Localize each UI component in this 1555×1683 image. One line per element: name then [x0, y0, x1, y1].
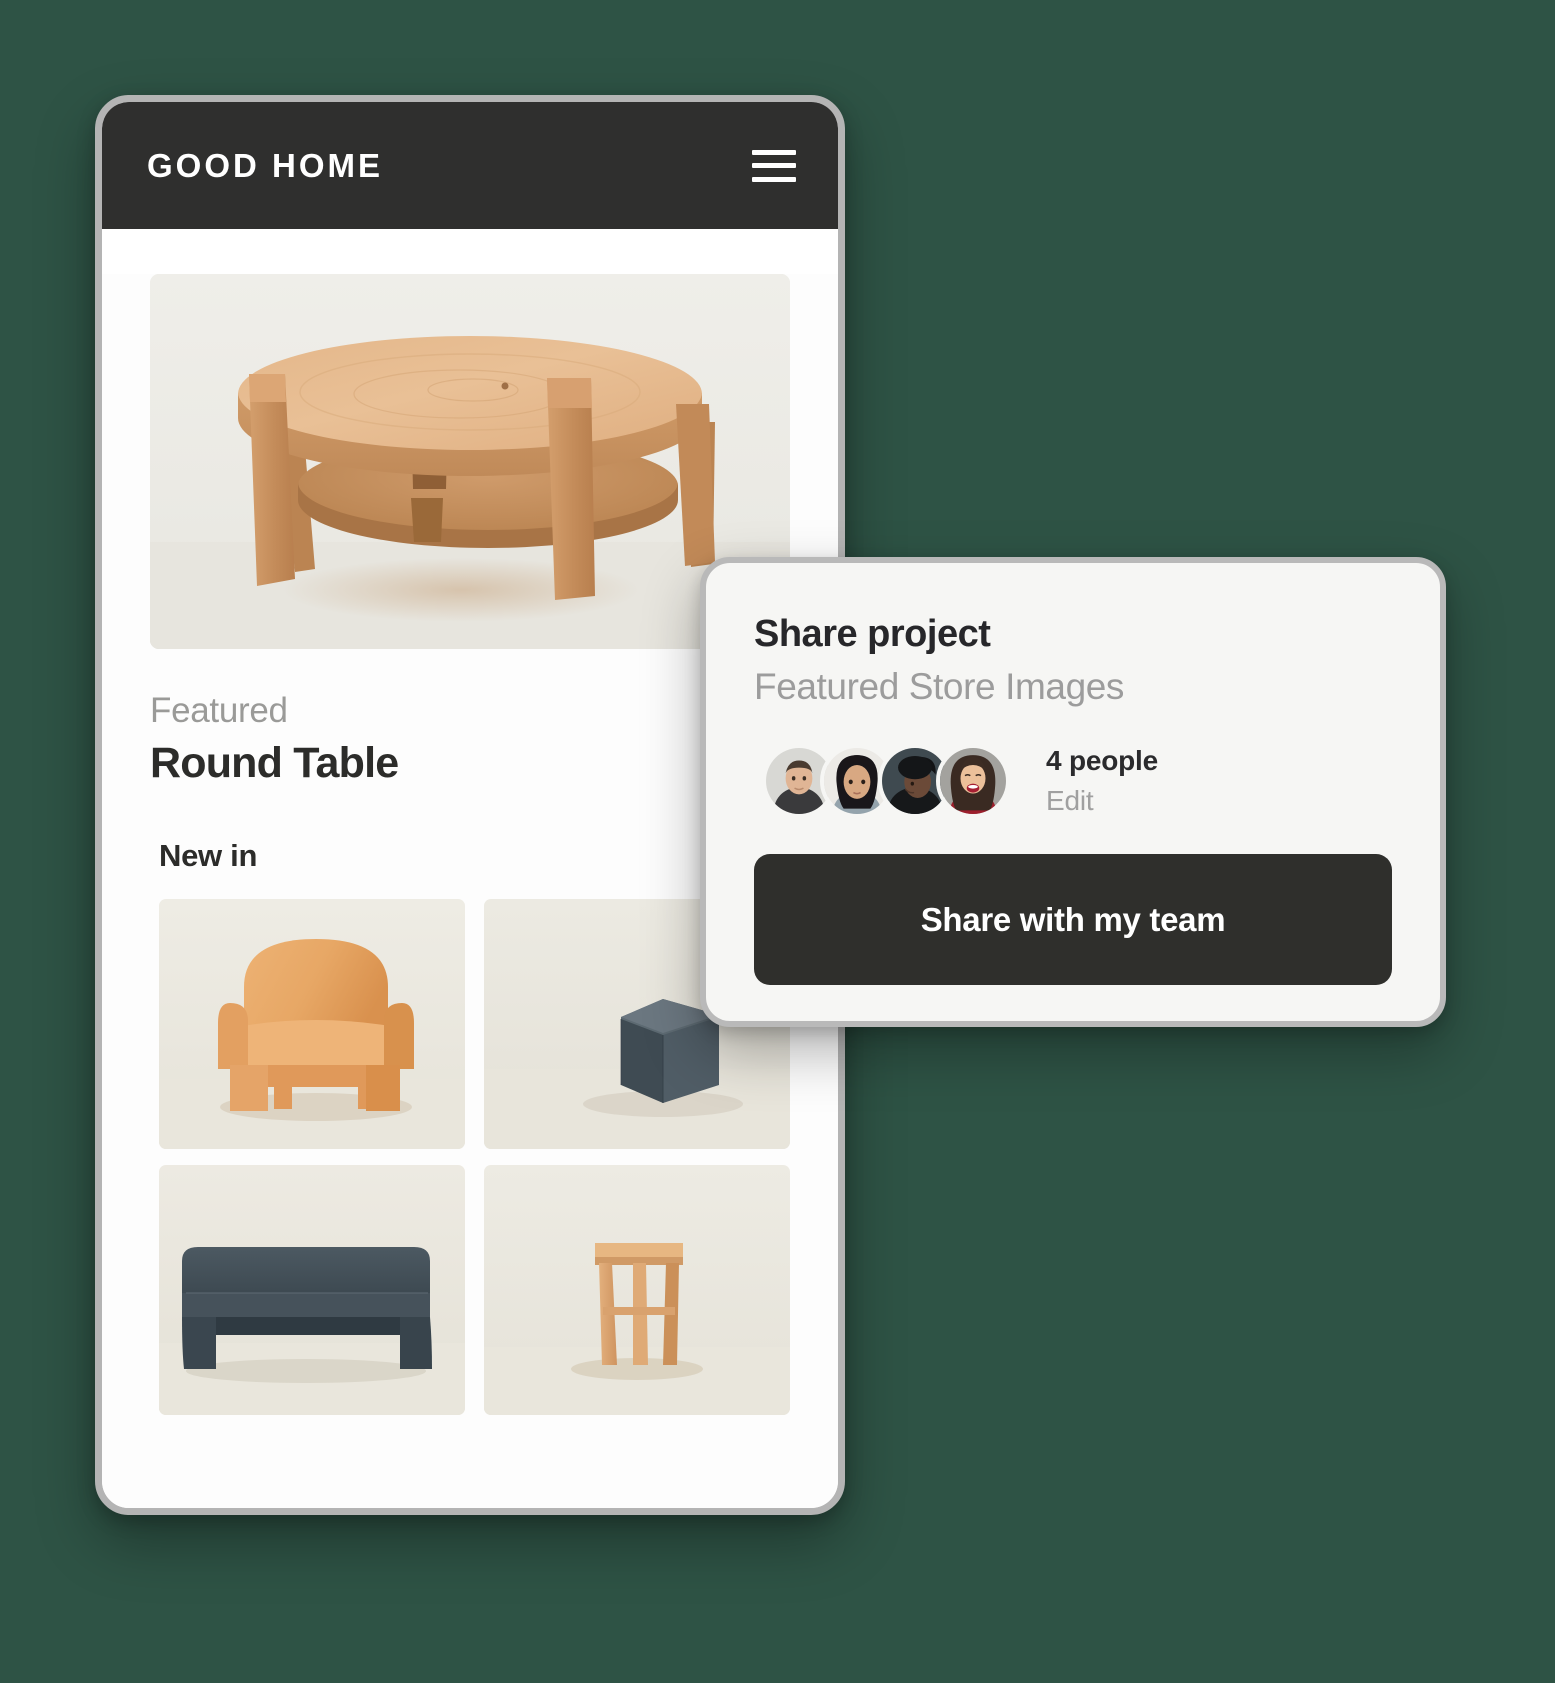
app-header: GOOD HOME [102, 102, 838, 229]
hero-product-image[interactable] [150, 274, 790, 649]
avatar[interactable] [936, 744, 1010, 818]
featured-eyebrow: Featured [150, 691, 288, 730]
edit-people-link[interactable]: Edit [1046, 785, 1158, 817]
tan-armchair-illustration [159, 899, 465, 1149]
product-tile-armchair[interactable] [159, 899, 465, 1149]
new-in-grid [159, 899, 790, 1415]
brand-logo: GOOD HOME [147, 146, 384, 184]
charcoal-bench-illustration [159, 1165, 465, 1415]
share-people-row: 4 people Edit [754, 744, 1392, 818]
avatar-person-4-image [940, 748, 1006, 814]
product-tile-stool[interactable] [484, 1165, 790, 1415]
avatar-group[interactable] [762, 744, 1010, 818]
new-in-heading: New in [159, 838, 258, 873]
share-people-meta: 4 people Edit [1046, 745, 1158, 817]
round-table-illustration [150, 274, 790, 649]
share-card-subtitle: Featured Store Images [754, 666, 1125, 707]
hamburger-bar [752, 149, 796, 155]
share-with-team-label: Share with my team [920, 900, 1226, 938]
wooden-stool-illustration [484, 1165, 790, 1415]
people-count-label: 4 people [1046, 745, 1158, 776]
page-root: GOOD HOME Featured Round Table New in Sh… [0, 0, 1555, 1683]
featured-product-title: Round Table [150, 739, 399, 787]
hamburger-bar [752, 163, 796, 168]
hamburger-menu-icon[interactable] [752, 149, 796, 182]
share-card-title: Share project [754, 613, 991, 655]
share-with-team-button[interactable]: Share with my team [754, 854, 1392, 985]
product-tile-bench[interactable] [159, 1165, 465, 1415]
hamburger-bar [752, 176, 796, 182]
share-project-card: Share project Featured Store Images 4 pe… [700, 557, 1446, 1027]
